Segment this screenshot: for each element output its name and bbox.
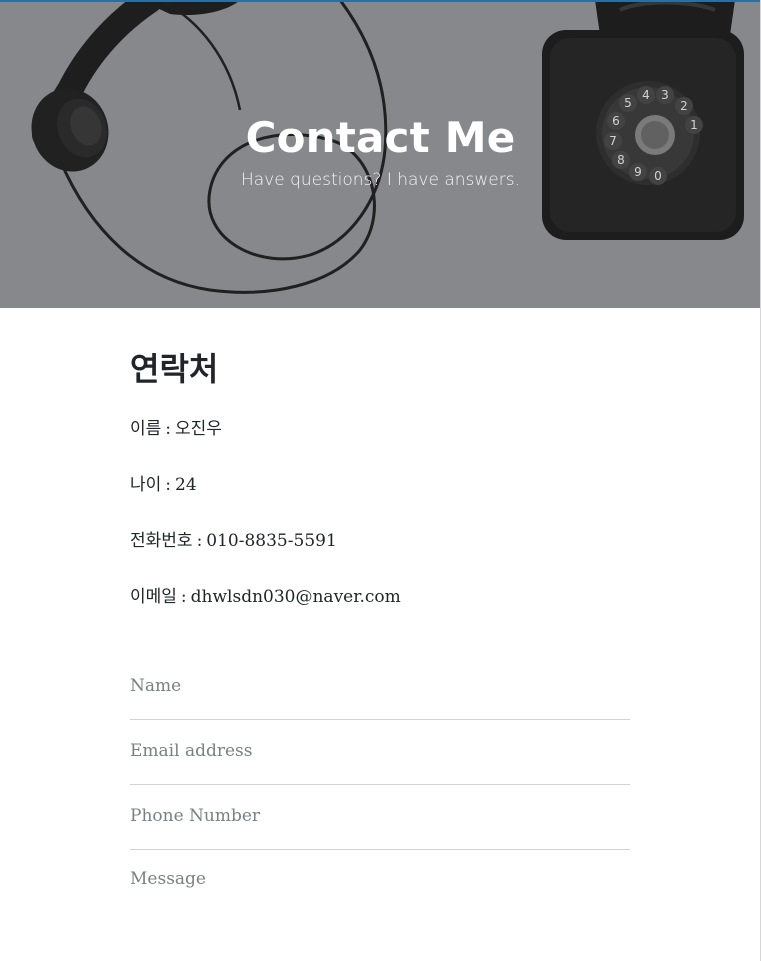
email-input[interactable] <box>130 741 630 761</box>
info-age: 나이:24 <box>130 471 630 499</box>
info-value: dhwlsdn030@naver.com <box>190 587 401 607</box>
info-email: 이메일: dhwlsdn030@naver.com <box>130 583 630 611</box>
phone-field-group <box>130 785 630 850</box>
heading-block: Contact Me Have questions? I have answer… <box>0 108 761 190</box>
info-label: 나이 <box>130 475 162 495</box>
info-value: 24 <box>175 475 197 495</box>
top-accent-border <box>0 0 761 2</box>
name-input[interactable] <box>130 676 630 696</box>
message-textarea[interactable] <box>130 869 630 893</box>
name-field-group <box>130 655 630 720</box>
message-field-group <box>130 850 630 914</box>
info-separator: : <box>165 419 172 439</box>
info-name: 이름: 오진우 <box>130 415 630 443</box>
info-separator: : <box>180 587 187 607</box>
info-label: 이름 <box>130 419 162 439</box>
email-field-group <box>130 720 630 785</box>
phone-input[interactable] <box>130 806 630 826</box>
page-title: Contact Me <box>245 113 516 162</box>
contact-info-section: 연락처 이름: 오진우 나이:24 전화번호:010-8835-5591 이메일:… <box>130 345 630 639</box>
info-label: 전화번호 <box>130 531 193 551</box>
info-label: 이메일 <box>130 587 177 607</box>
info-value: 오진우 <box>175 419 222 439</box>
contact-form <box>130 655 630 914</box>
info-separator: : <box>196 531 203 551</box>
section-title: 연락처 <box>130 350 219 388</box>
info-phone: 전화번호:010-8835-5591 <box>130 527 630 555</box>
info-separator: : <box>165 475 172 495</box>
info-value: 010-8835-5591 <box>206 531 337 551</box>
page-subtitle: Have questions? I have answers. <box>240 170 521 190</box>
masthead-header: 1 2 3 4 5 6 7 8 9 0 Contact Me Have ques… <box>0 0 761 308</box>
